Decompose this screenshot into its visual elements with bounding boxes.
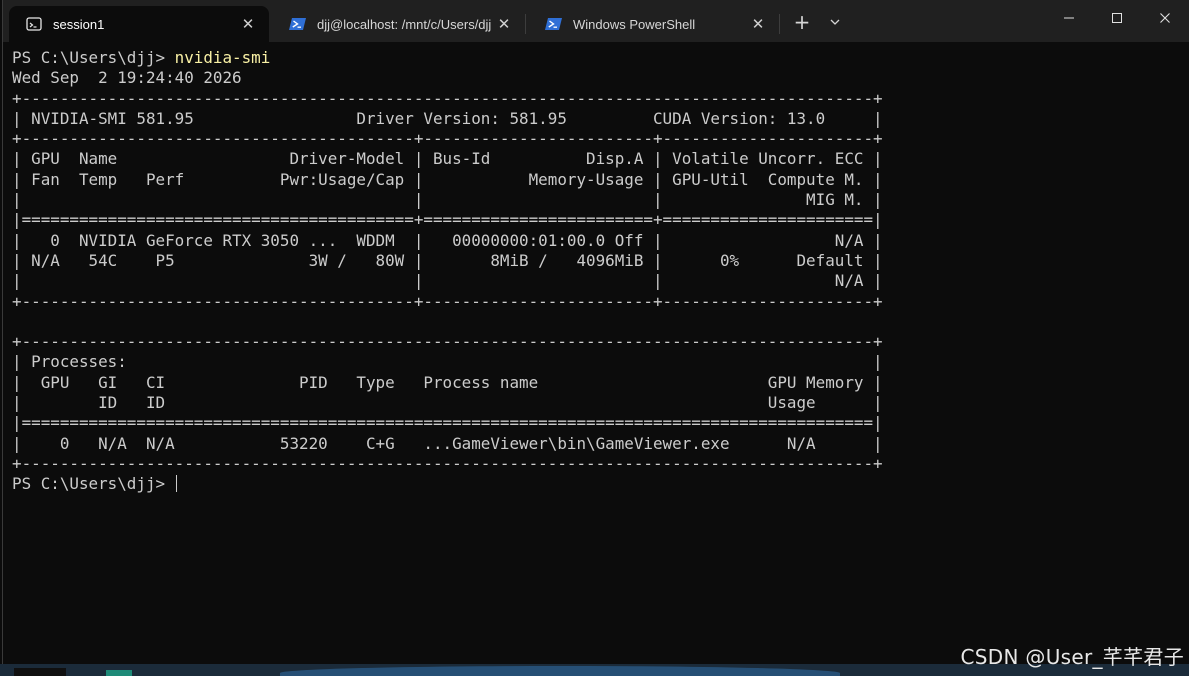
- tab-wsl-djj[interactable]: djj@localhost: /mnt/c/Users/djj ✕: [273, 6, 525, 42]
- tab-windows-powershell[interactable]: Windows PowerShell ✕: [529, 6, 779, 42]
- plus-icon: +: [793, 10, 811, 34]
- tab-separator: [525, 14, 526, 34]
- input-line[interactable]: PS C:\Users\djj>: [12, 474, 1172, 494]
- taskbar-app-icon[interactable]: [106, 670, 132, 676]
- terminal-window-icon: [25, 15, 43, 33]
- gpu-data-row: | 0 NVIDIA GeForce RTX 3050 ... WDDM | 0…: [12, 230, 883, 250]
- tab-bar: session1 ✕ djj@localhost: /mnt/c/Users/d…: [3, 0, 1189, 42]
- text-cursor: [175, 475, 177, 493]
- close-tab-icon[interactable]: ✕: [749, 15, 767, 33]
- gpu-header-row: | GPU Name Driver-Model | Bus-Id Disp.A …: [12, 149, 883, 169]
- prompt: PS C:\Users\djj>: [12, 48, 175, 67]
- minimize-icon: [1064, 17, 1074, 19]
- tab-label: session1: [53, 16, 105, 32]
- tab-separator: [779, 14, 780, 34]
- processes-header-row: | GPU GI CI PID Type Process name GPU Me…: [12, 372, 883, 392]
- tab-session1[interactable]: session1 ✕: [9, 6, 269, 42]
- processes-title-row: | Processes: |: [12, 352, 883, 372]
- close-icon: [1160, 13, 1170, 23]
- close-tab-icon[interactable]: ✕: [239, 15, 257, 33]
- process-row: | 0 N/A N/A 53220 C+G ...GameViewer\bin\…: [12, 433, 883, 453]
- command-line: PS C:\Users\djj> nvidia-smi: [12, 48, 1172, 68]
- maximize-icon: [1112, 13, 1122, 23]
- table-border: +---------------------------------------…: [12, 332, 883, 352]
- command-text: nvidia-smi: [174, 48, 271, 67]
- close-window-button[interactable]: [1142, 0, 1188, 36]
- maximize-button[interactable]: [1094, 0, 1140, 36]
- tab-dropdown-button[interactable]: [820, 8, 850, 36]
- powershell-icon: [545, 15, 563, 33]
- gpu-header-row: | | | MIG M. |: [12, 190, 883, 210]
- gpu-data-row: | N/A 54C P5 3W / 80W | 8MiB / 4096MiB |…: [12, 250, 883, 270]
- processes-header-row: | ID ID Usage |: [12, 393, 883, 413]
- version-row: | NVIDIA-SMI 581.95 Driver Version: 581.…: [12, 108, 883, 128]
- terminal-output[interactable]: PS C:\Users\djj> nvidia-smi Wed Sep 2 19…: [12, 48, 1172, 658]
- terminal-window: session1 ✕ djj@localhost: /mnt/c/Users/d…: [2, 0, 1189, 664]
- table-border: +---------------------------------------…: [12, 88, 883, 108]
- gpu-data-row: | | | N/A |: [12, 271, 883, 291]
- new-tab-button[interactable]: +: [787, 8, 817, 36]
- table-border: +---------------------------------------…: [12, 129, 883, 149]
- tab-label: djj@localhost: /mnt/c/Users/djj: [317, 16, 492, 32]
- gpu-header-row: | Fan Temp Perf Pwr:Usage/Cap | Memory-U…: [12, 169, 883, 189]
- close-tab-icon[interactable]: ✕: [495, 15, 513, 33]
- taskbar-app-icon[interactable]: [14, 668, 66, 676]
- watermark: CSDN @User_芊芊君子: [960, 645, 1184, 669]
- prompt: PS C:\Users\djj>: [12, 474, 175, 494]
- powershell-icon: [289, 15, 307, 33]
- chevron-down-icon: [830, 19, 840, 25]
- table-border: +---------------------------------------…: [12, 291, 883, 311]
- tab-label: Windows PowerShell: [573, 16, 696, 32]
- table-border: |=======================================…: [12, 413, 883, 433]
- table-border: +---------------------------------------…: [12, 453, 883, 473]
- table-border: |=======================================…: [12, 210, 883, 230]
- output-timestamp: Wed Sep 2 19:24:40 2026: [12, 68, 242, 88]
- minimize-button[interactable]: [1046, 0, 1092, 36]
- wallpaper-glow: [280, 666, 840, 676]
